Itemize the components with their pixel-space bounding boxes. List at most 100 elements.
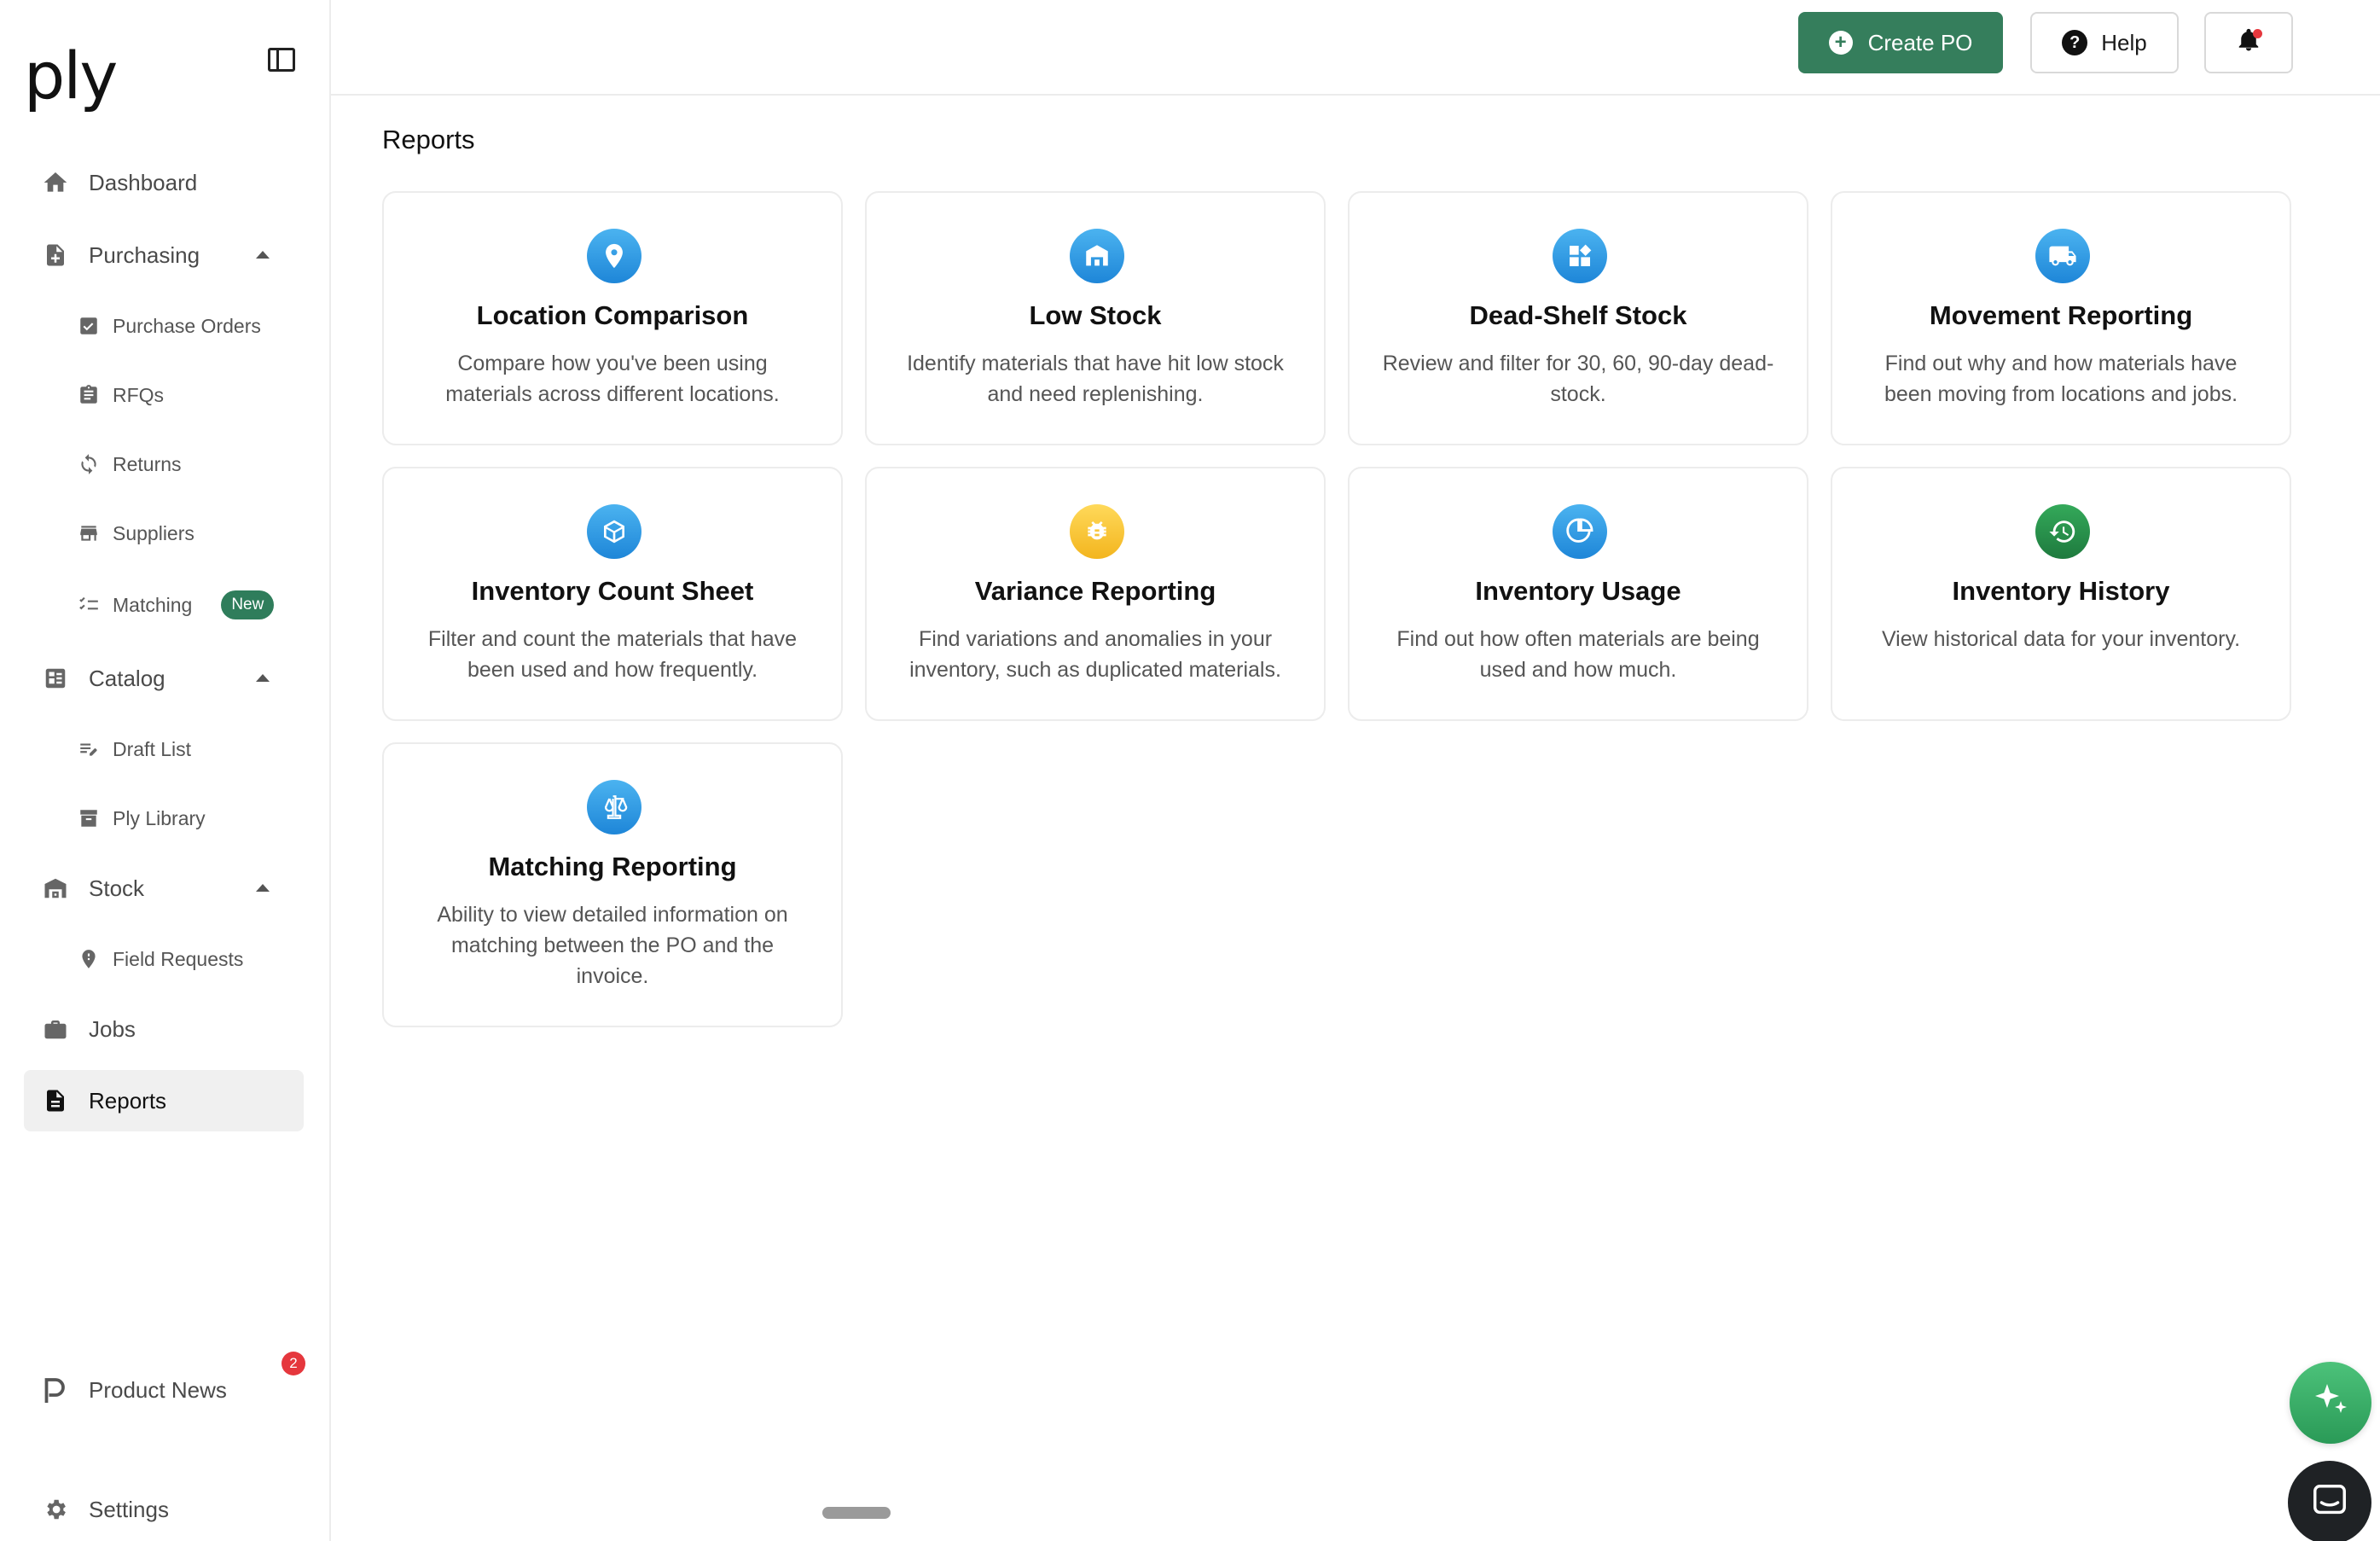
top-bar: + Create PO ? Help <box>331 0 2380 96</box>
sidebar-item-label: Returns <box>113 452 182 475</box>
truck-icon <box>2035 229 2090 283</box>
report-card-location-comparison[interactable]: Location Comparison Compare how you've b… <box>382 191 843 445</box>
plus-circle-icon: + <box>1828 31 1853 55</box>
sidebar-item-label: Settings <box>89 1496 169 1522</box>
create-po-label: Create PO <box>1867 29 1973 55</box>
report-card-low-stock[interactable]: Low Stock Identify materials that have h… <box>865 191 1326 445</box>
scroll-handle[interactable] <box>822 1507 891 1519</box>
bug-icon <box>1070 504 1124 559</box>
sidebar-item-label: Catalog <box>89 665 165 691</box>
chat-icon <box>2310 1481 2349 1525</box>
ply-p-icon <box>41 1375 70 1404</box>
location-pin-icon <box>587 229 641 283</box>
notification-dot <box>2253 29 2262 38</box>
report-card-inventory-count-sheet[interactable]: Inventory Count Sheet Filter and count t… <box>382 467 843 721</box>
sidebar-item-catalog[interactable]: Catalog <box>24 648 304 709</box>
sidebar-item-label: Draft List <box>113 737 192 760</box>
ply-logo[interactable]: ply <box>24 38 118 113</box>
sidebar-item-label: Dashboard <box>89 169 198 195</box>
pie-chart-icon <box>1553 504 1607 559</box>
sparkle-icon <box>2310 1381 2351 1426</box>
sidebar-item-dashboard[interactable]: Dashboard <box>24 152 304 213</box>
report-card-variance-reporting[interactable]: Variance Reporting Find variations and a… <box>865 467 1326 721</box>
card-description: Ability to view detailed information on … <box>437 903 788 988</box>
sidebar-item-matching[interactable]: Matching New <box>77 579 316 631</box>
page-title: Reports <box>382 125 475 154</box>
notification-count-badge: 2 <box>282 1352 305 1375</box>
sidebar-item-ply-library[interactable]: Ply Library <box>77 793 316 844</box>
store-icon <box>77 521 101 545</box>
catalog-icon <box>41 664 70 693</box>
sidebar-item-purchase-orders[interactable]: Purchase Orders <box>77 300 316 352</box>
card-title: Low Stock <box>1029 300 1162 330</box>
help-icon: ? <box>2062 30 2088 55</box>
report-card-inventory-history[interactable]: Inventory History View historical data f… <box>1831 467 2291 721</box>
sidebar-item-label: RFQs <box>113 383 165 406</box>
sidebar-item-draft-list[interactable]: Draft List <box>77 724 316 775</box>
help-label: Help <box>2101 29 2147 55</box>
caret-up-icon[interactable] <box>256 251 270 259</box>
sidebar-item-label: Suppliers <box>113 521 194 544</box>
report-card-dead-shelf-stock[interactable]: Dead-Shelf Stock Review and filter for 3… <box>1348 191 1808 445</box>
card-title: Inventory Count Sheet <box>471 576 754 606</box>
checklist-rtl-icon <box>77 593 101 617</box>
sidebar-item-label: Reports <box>89 1087 167 1114</box>
sidebar-item-label: Purchase Orders <box>113 314 261 337</box>
card-description: View historical data for your inventory. <box>1881 627 2241 651</box>
card-title: Inventory History <box>1952 576 2170 606</box>
field-request-icon <box>77 947 101 971</box>
gear-icon <box>41 1495 70 1524</box>
card-description: Find variations and anomalies in your in… <box>909 627 1281 682</box>
card-description: Review and filter for 30, 60, 90-day dea… <box>1382 352 1774 406</box>
sidebar-collapse-icon[interactable] <box>268 48 295 72</box>
report-card-movement-reporting[interactable]: Movement Reporting Find out why and how … <box>1831 191 2291 445</box>
sidebar-item-purchasing[interactable]: Purchasing <box>24 224 304 286</box>
sidebar-item-stock[interactable]: Stock <box>24 858 304 919</box>
edit-list-icon <box>77 737 101 761</box>
create-po-button[interactable]: + Create PO <box>1798 12 2003 73</box>
history-icon <box>2035 504 2090 559</box>
sidebar-item-suppliers[interactable]: Suppliers <box>77 508 316 559</box>
chat-support-button[interactable] <box>2288 1461 2371 1541</box>
card-title: Movement Reporting <box>1929 300 2193 330</box>
caret-up-icon[interactable] <box>256 674 270 682</box>
card-title: Location Comparison <box>476 300 749 330</box>
sidebar-item-settings[interactable]: Settings <box>24 1479 304 1540</box>
cube-icon <box>587 504 641 559</box>
sidebar-item-label: Ply Library <box>113 806 206 829</box>
card-title: Variance Reporting <box>974 576 1216 606</box>
document-plus-icon <box>41 241 70 270</box>
ai-assistant-button[interactable] <box>2290 1362 2371 1444</box>
card-description: Filter and count the materials that have… <box>427 627 798 682</box>
report-card-inventory-usage[interactable]: Inventory Usage Find out how often mater… <box>1348 467 1808 721</box>
help-button[interactable]: ? Help <box>2030 12 2179 73</box>
card-title: Dead-Shelf Stock <box>1469 300 1687 330</box>
warehouse-icon <box>41 874 70 903</box>
card-title: Inventory Usage <box>1475 576 1681 606</box>
report-card-matching-reporting[interactable]: Matching Reporting Ability to view detai… <box>382 742 843 1027</box>
checklist-icon <box>77 314 101 338</box>
sidebar-item-reports[interactable]: Reports <box>24 1070 304 1131</box>
card-description: Identify materials that have hit low sto… <box>907 352 1284 406</box>
card-description: Find out how often materials are being u… <box>1396 627 1760 682</box>
warehouse-icon <box>1070 229 1124 283</box>
sidebar: ply Dashboard Purchasing Purchase Orders… <box>0 0 331 1541</box>
notifications-button[interactable] <box>2204 12 2293 73</box>
caret-up-icon[interactable] <box>256 884 270 892</box>
sidebar-item-label: Purchasing <box>89 241 200 268</box>
clipboard-icon <box>77 383 101 407</box>
widgets-icon <box>1553 229 1607 283</box>
sidebar-item-jobs[interactable]: Jobs <box>24 998 304 1060</box>
sidebar-item-product-news[interactable]: Product News <box>24 1359 304 1421</box>
scale-icon <box>587 780 641 834</box>
sidebar-item-field-requests[interactable]: Field Requests <box>77 933 316 985</box>
sidebar-item-rfqs[interactable]: RFQs <box>77 369 316 421</box>
card-description: Compare how you've been using materials … <box>445 352 780 406</box>
new-badge: New <box>221 590 275 619</box>
sidebar-item-label: Product News <box>89 1376 227 1403</box>
card-title: Matching Reporting <box>488 852 737 881</box>
sidebar-item-label: Matching <box>113 593 193 616</box>
home-icon <box>41 168 70 197</box>
sidebar-item-returns[interactable]: Returns <box>77 439 316 490</box>
archive-icon <box>77 806 101 830</box>
